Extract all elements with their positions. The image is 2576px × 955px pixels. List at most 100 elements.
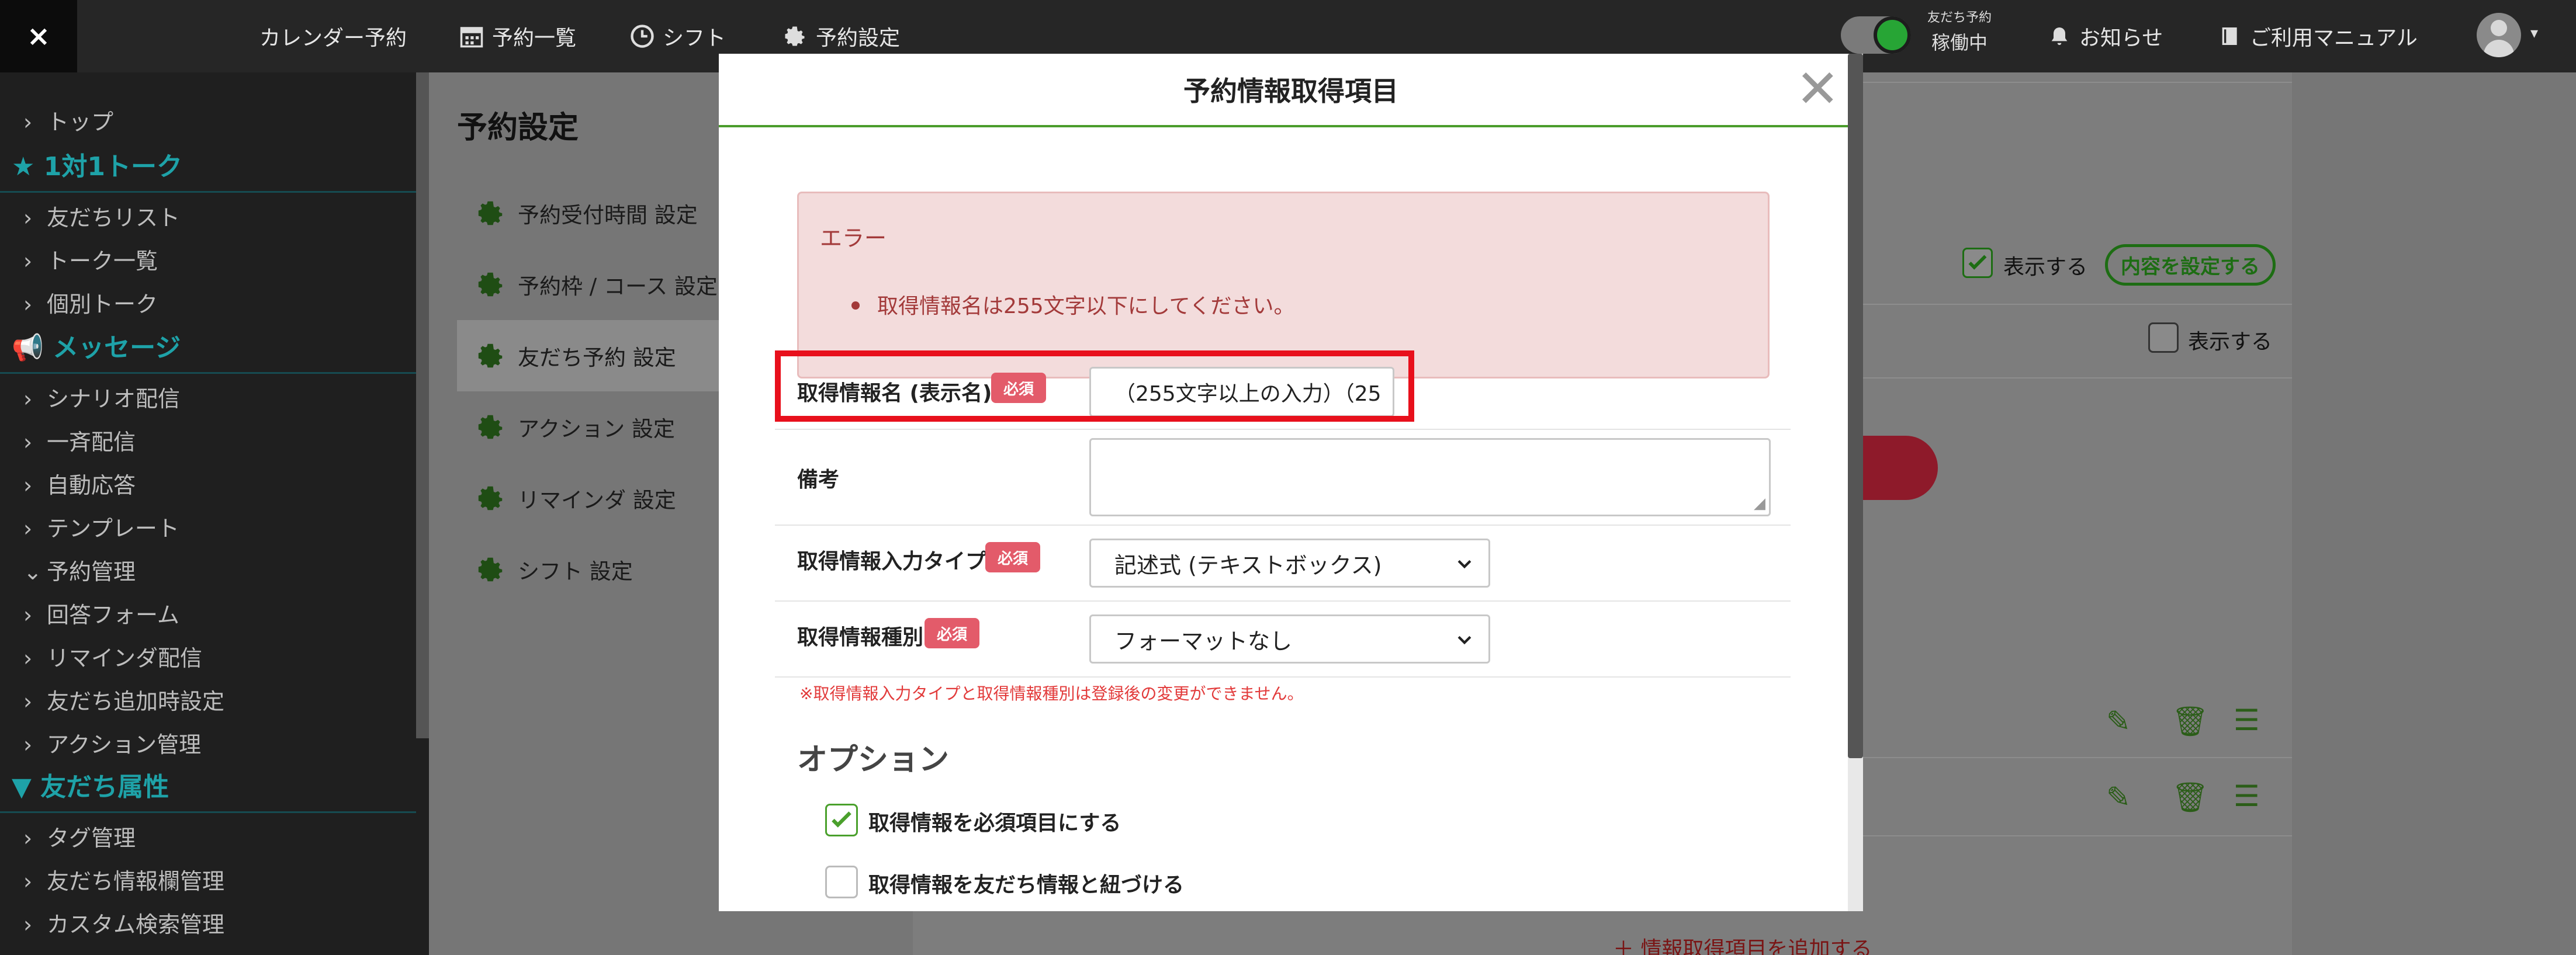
- options-title: オプション: [797, 742, 950, 777]
- gear-icon: [785, 26, 805, 46]
- nav-shift[interactable]: シフト: [630, 0, 726, 72]
- input-type-select[interactable]: 記述式 (テキストボックス): [1089, 539, 1490, 588]
- sidebar-scrollbar[interactable]: [416, 72, 429, 738]
- nav-label: カレンダー予約: [259, 26, 407, 50]
- sidebar-item-talk-list[interactable]: › トーク一覧: [23, 243, 158, 275]
- modal-header: 予約情報取得項目: [719, 54, 1863, 127]
- sidebar: › トップ ★ 1対1トーク › 友だちリスト › トーク一覧 › 個別トーク 📢 メッ…: [0, 72, 429, 955]
- settings-action[interactable]: アクション 設定: [457, 391, 720, 463]
- divider: [775, 676, 1791, 678]
- sidebar-heading-message: 📢 メッセージ: [0, 326, 416, 374]
- settings-shift[interactable]: シフト 設定: [457, 534, 720, 605]
- nav-label: シフト: [663, 26, 726, 50]
- close-icon[interactable]: ✕: [1796, 63, 1840, 116]
- edit-icon[interactable]: ✎: [2106, 780, 2131, 814]
- notifications-label: お知らせ: [2079, 26, 2163, 50]
- sidebar-heading-friend-attr: ▼ 友だち属性: [0, 765, 416, 813]
- kind-select[interactable]: フォーマットなし: [1089, 614, 1490, 664]
- nav-label: 予約設定: [816, 26, 901, 50]
- notes-textarea[interactable]: ◢: [1089, 438, 1771, 516]
- divider: [1863, 757, 2292, 758]
- megaphone-icon: 📢: [12, 333, 53, 363]
- sidebar-item-action-mgmt[interactable]: › アクション管理: [23, 727, 201, 759]
- clock-icon: [631, 25, 654, 48]
- trash-icon[interactable]: 🗑: [2172, 704, 2208, 739]
- trash-icon[interactable]: 🗑: [2172, 780, 2208, 815]
- filter-icon: ▼: [12, 772, 41, 802]
- sidebar-item-tag-mgmt[interactable]: › タグ管理: [23, 820, 136, 852]
- resize-handle-icon[interactable]: ◢: [1754, 495, 1765, 512]
- sidebar-item-reminder[interactable]: › リマインダ配信: [23, 640, 202, 672]
- calendar-icon: [460, 27, 483, 48]
- edit-icon[interactable]: ✎: [2106, 704, 2131, 738]
- close-menu-button[interactable]: ×: [0, 0, 77, 72]
- gear-icon: [478, 486, 503, 511]
- set-content-button[interactable]: 内容を設定する: [2105, 244, 2276, 286]
- sidebar-item-broadcast[interactable]: › 一斉配信: [23, 424, 136, 456]
- link-friend-info-checkbox[interactable]: [825, 866, 858, 898]
- link-friend-info-label: 取得情報を友だち情報と紐づける: [868, 873, 1185, 897]
- error-message: 取得情報名は255文字以下にしてください。: [877, 294, 1295, 318]
- sidebar-item-individual-talk[interactable]: › 個別トーク: [23, 286, 158, 318]
- book-icon: [2222, 27, 2237, 45]
- sidebar-item-reservation-mgmt[interactable]: ⌄ 予約管理: [23, 554, 136, 586]
- required-item-label: 取得情報を必須項目にする: [868, 811, 1121, 835]
- divider: [775, 600, 1791, 602]
- required-badge: 必須: [985, 542, 1040, 572]
- kind-field-label: 取得情報種別: [797, 626, 924, 650]
- display-label: 表示する: [2188, 330, 2273, 354]
- user-avatar[interactable]: [2477, 13, 2521, 57]
- modal-dialog: 予約情報取得項目 ✕ エラー 取得情報名は255文字以下にしてください。 取得情…: [719, 54, 1863, 911]
- chevron-down-icon[interactable]: ▾: [2530, 25, 2538, 42]
- gear-icon: [478, 343, 503, 368]
- sidebar-item-auto-reply[interactable]: › 自動応答: [23, 467, 136, 499]
- field-note: ※取得情報入力タイプと取得情報種別は登録後の変更ができません。: [799, 684, 1304, 703]
- nav-label: 予約一覧: [492, 26, 577, 50]
- gear-icon: [478, 557, 503, 582]
- required-item-checkbox[interactable]: [825, 804, 858, 836]
- modal-title: 予約情報取得項目: [1183, 75, 1398, 107]
- reservation-active-toggle[interactable]: [1841, 16, 1911, 54]
- divider: [1863, 82, 2292, 83]
- input-type-field-label: 取得情報入力タイプ: [797, 550, 987, 574]
- add-item-link[interactable]: ＋ 情報取得項目を追加する: [1613, 932, 1872, 955]
- divider: [1863, 377, 2292, 378]
- settings-slot-course[interactable]: 予約枠 / コース 設定: [457, 249, 720, 320]
- notes-field-label: 備考: [797, 468, 840, 492]
- sidebar-item-friend-list[interactable]: › 友だちリスト: [23, 200, 180, 232]
- divider: [1863, 835, 2292, 836]
- bullet: [851, 301, 860, 310]
- chevron-down-icon: [1457, 560, 1471, 569]
- manual-label: ご利用マニュアル: [2250, 26, 2418, 50]
- settings-friend-reservation[interactable]: 友だち予約 設定: [457, 320, 720, 391]
- menu-icon[interactable]: ☰: [2234, 779, 2260, 813]
- chevron-down-icon: [1457, 635, 1471, 645]
- menu-icon[interactable]: ☰: [2234, 703, 2260, 737]
- sidebar-item-scenario[interactable]: › シナリオ配信: [23, 381, 180, 413]
- sidebar-item-friend-info-mgmt[interactable]: › 友だち情報欄管理: [23, 863, 224, 895]
- divider: [1863, 304, 2292, 305]
- star-icon: ★: [12, 152, 44, 182]
- manual-link[interactable]: ご利用マニュアル: [2218, 0, 2418, 72]
- settings-reception-time[interactable]: 予約受付時間 設定: [457, 178, 720, 249]
- toggle-label: 友だち予約 稼働中: [1927, 11, 1992, 54]
- gear-icon: [478, 201, 503, 225]
- required-badge: 必須: [925, 618, 979, 648]
- sidebar-item-template[interactable]: › テンプレート: [23, 511, 179, 543]
- display-checkbox-checked[interactable]: [1962, 248, 1993, 278]
- sidebar-item-custom-search[interactable]: › カスタム検索管理: [23, 907, 224, 939]
- sidebar-item-friend-add-settings[interactable]: › 友だち追加時設定: [23, 683, 224, 716]
- error-title: エラー: [820, 225, 887, 251]
- display-checkbox[interactable]: [2148, 322, 2179, 353]
- sidebar-item-answer-form[interactable]: › 回答フォーム: [23, 597, 179, 629]
- notifications-link[interactable]: お知らせ: [2048, 0, 2163, 72]
- settings-reminder[interactable]: リマインダ 設定: [457, 463, 720, 534]
- display-label: 表示する: [2003, 255, 2088, 279]
- nav-reservation-list[interactable]: 予約一覧: [459, 0, 576, 72]
- nav-calendar-reservation[interactable]: カレンダー予約: [259, 0, 407, 72]
- sidebar-item-top[interactable]: › トップ: [23, 104, 113, 136]
- divider: [775, 429, 1791, 430]
- modal-scrollbar-thumb[interactable]: [1848, 54, 1863, 758]
- divider: [775, 525, 1791, 526]
- sidebar-heading-one-on-one: ★ 1対1トーク: [0, 145, 416, 193]
